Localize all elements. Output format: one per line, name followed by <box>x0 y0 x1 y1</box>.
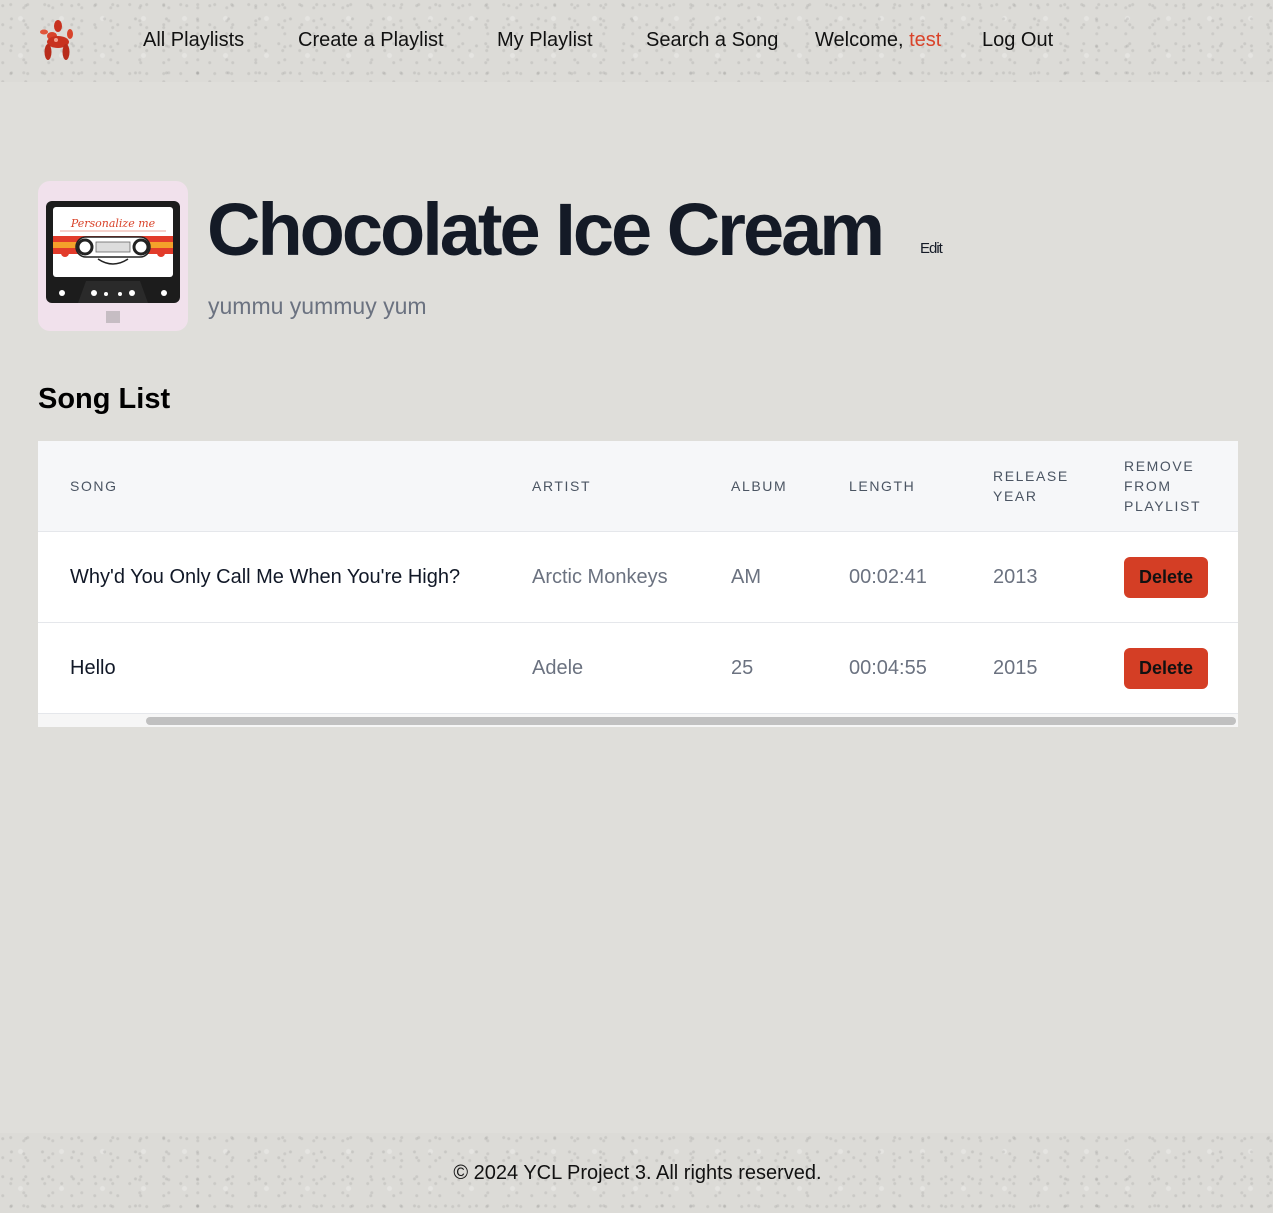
song-album: AM <box>731 566 761 588</box>
song-table: Song Artist Album Length Release Year Re… <box>38 441 1238 727</box>
playlist-description: yummu yummuy yum <box>208 293 427 319</box>
song-length: 00:04:55 <box>849 657 927 679</box>
nav-search-song[interactable]: Search a Song <box>646 29 778 52</box>
balloon-dog-logo-icon[interactable] <box>36 18 76 62</box>
welcome-message: Welcome, test <box>815 29 941 52</box>
footer-copyright: © 2024 YCL Project 3. All rights reserve… <box>453 1162 822 1184</box>
song-artist: Adele <box>532 657 584 679</box>
table-row: Hello Adele 25 00:04:55 2015 Delete <box>38 623 1238 714</box>
header-song: Song <box>70 478 118 494</box>
song-length: 00:02:41 <box>849 566 927 588</box>
page: All Playlists Create a Playlist My Playl… <box>0 0 1273 1213</box>
header-release-year: Release Year <box>993 468 1069 504</box>
header-album: Album <box>731 478 788 494</box>
footer: © 2024 YCL Project 3. All rights reserve… <box>0 1133 1273 1213</box>
horizontal-scrollbar[interactable] <box>38 714 1238 727</box>
song-title: Why'd You Only Call Me When You're High? <box>70 566 461 588</box>
welcome-prefix: Welcome, <box>815 29 904 51</box>
navbar: All Playlists Create a Playlist My Playl… <box>0 0 1273 82</box>
song-year: 2015 <box>993 657 1038 679</box>
nav-create-playlist[interactable]: Create a Playlist <box>298 29 444 52</box>
song-list-heading: Song List <box>38 383 171 415</box>
nav-all-playlists[interactable]: All Playlists <box>143 29 244 52</box>
header-artist: Artist <box>532 478 592 494</box>
delete-song-button[interactable]: Delete <box>1124 648 1208 689</box>
song-album: 25 <box>731 657 754 679</box>
nav-my-playlist[interactable]: My Playlist <box>497 29 593 52</box>
song-artist: Arctic Monkeys <box>532 566 668 588</box>
table-row: Why'd You Only Call Me When You're High?… <box>38 532 1238 623</box>
header-length: Length <box>849 478 916 494</box>
welcome-username[interactable]: test <box>909 29 941 51</box>
header-remove: Remove From Playlist <box>1124 458 1202 514</box>
cover-handwritten-label: Personalize me <box>70 217 156 230</box>
svg-text:Personalize me: Personalize me <box>70 217 156 230</box>
playlist-title: Chocolate Ice Cream <box>207 188 885 271</box>
nav-logout[interactable]: Log Out <box>982 29 1053 52</box>
song-title: Hello <box>70 657 116 679</box>
scrollbar-thumb[interactable] <box>146 717 1236 725</box>
delete-song-button[interactable]: Delete <box>1124 557 1208 598</box>
edit-playlist-link[interactable]: Edit <box>920 240 943 257</box>
song-year: 2013 <box>993 566 1038 588</box>
playlist-cover-image: Personalize me <box>38 181 188 331</box>
table-header: Song Artist Album Length Release Year Re… <box>38 441 1238 532</box>
